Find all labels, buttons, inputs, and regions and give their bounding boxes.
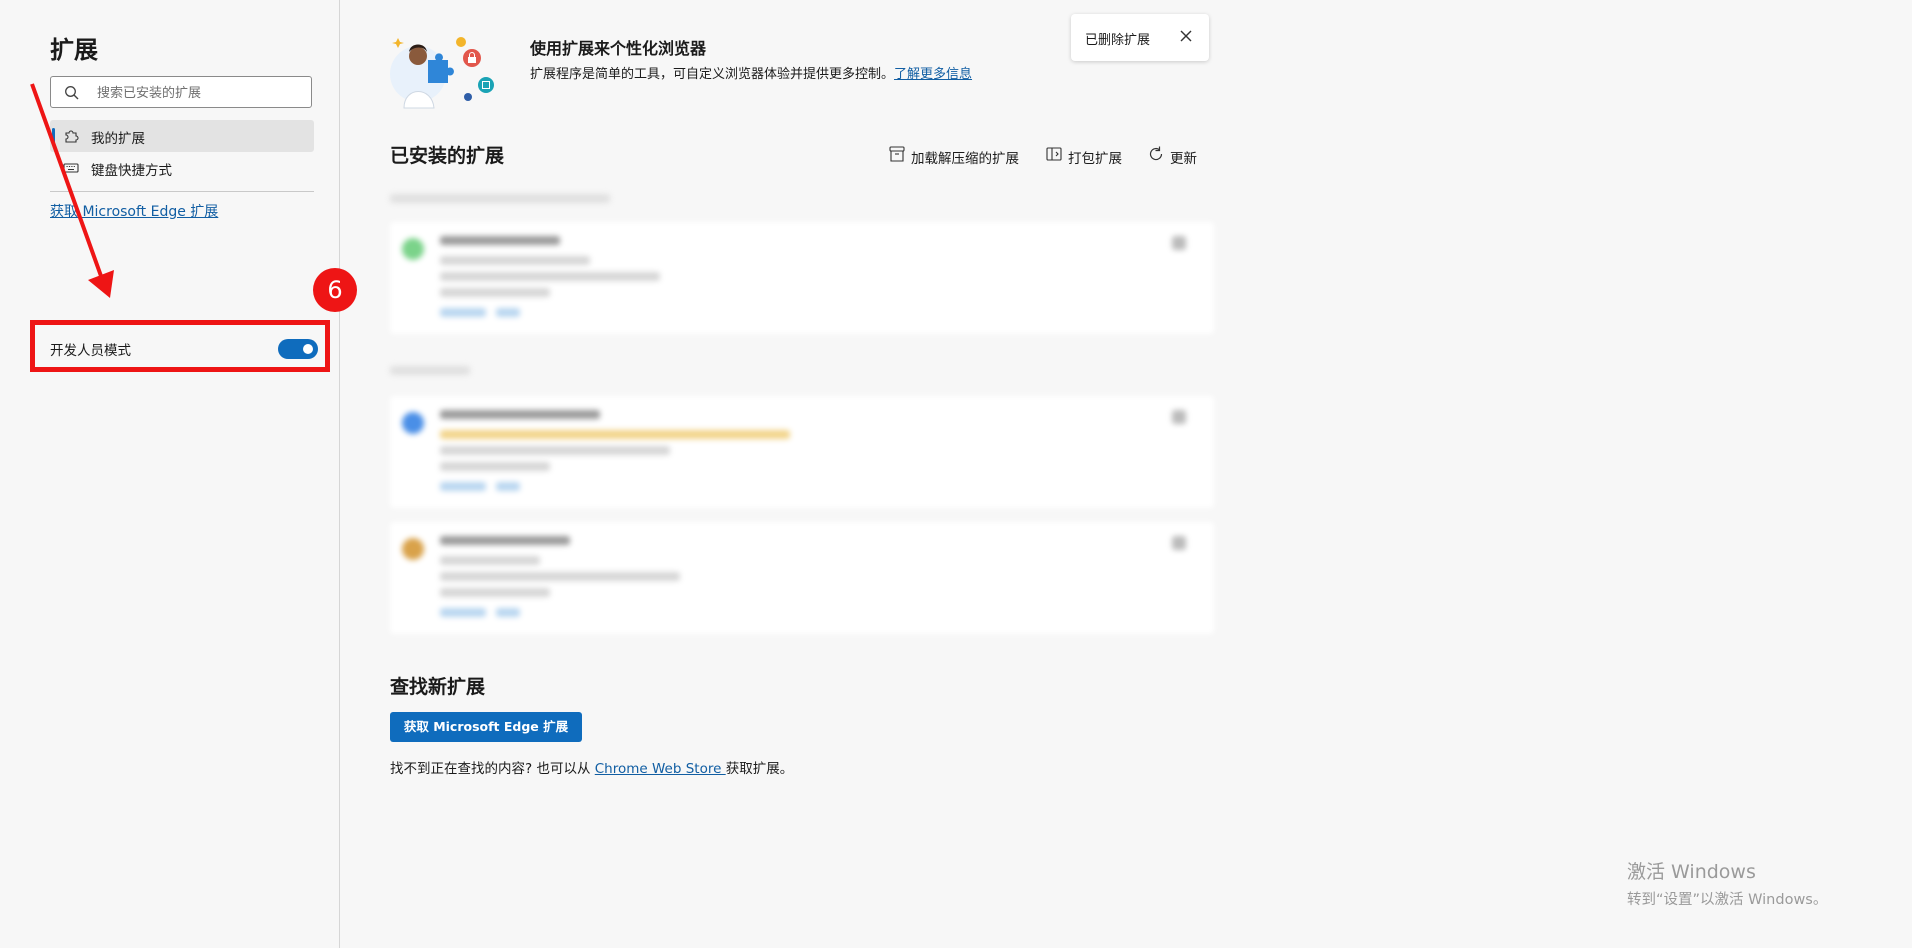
search-input[interactable] <box>95 81 304 105</box>
hero-description: 扩展程序是简单的工具，可自定义浏览器体验并提供更多控制。了解更多信息 <box>530 63 972 82</box>
installed-title: 已安装的扩展 <box>390 145 505 167</box>
sidebar: 扩展 我的扩展 键盘快捷方式 获取 Microsoft Edge 扩展 开发人员… <box>0 0 340 948</box>
sidebar-title: 扩展 <box>50 36 98 64</box>
developer-mode-highlight: 开发人员模式 <box>30 320 330 372</box>
search-icon <box>65 86 79 100</box>
get-edge-extensions-button[interactable]: 获取 Microsoft Edge 扩展 <box>390 712 582 742</box>
find-extensions-title: 查找新扩展 <box>390 676 486 698</box>
refresh-icon <box>1149 146 1163 161</box>
package-icon <box>1046 147 1062 161</box>
puzzle-icon <box>65 130 79 143</box>
extension-card[interactable] <box>390 522 1214 634</box>
hero-illustration-icon <box>390 37 494 109</box>
find-text-before: 找不到正在查找的内容? 也可以从 <box>390 761 595 777</box>
developer-mode-label: 开发人员模式 <box>50 343 131 359</box>
extension-card[interactable] <box>390 222 1214 334</box>
extension-card[interactable] <box>390 396 1214 508</box>
search-box[interactable] <box>50 76 312 108</box>
archive-icon <box>889 146 905 162</box>
toast-message: 已删除扩展 <box>1085 33 1151 48</box>
main-content: 使用扩展来个性化浏览器 扩展程序是简单的工具，可自定义浏览器体验并提供更多控制。… <box>340 0 1912 948</box>
hero-description-text: 扩展程序是简单的工具，可自定义浏览器体验并提供更多控制。 <box>530 67 895 82</box>
blurred-extension-area <box>390 186 1214 636</box>
sidebar-item-label: 键盘快捷方式 <box>91 163 172 179</box>
installed-extensions-list <box>390 186 1214 636</box>
windows-activation-watermark: 激活 Windows 转到“设置”以激活 Windows。 <box>1627 857 1827 909</box>
developer-mode-toggle[interactable] <box>278 339 318 359</box>
removed-toast: 已删除扩展 <box>1071 14 1209 61</box>
watermark-line1: 激活 Windows <box>1627 861 1756 883</box>
close-icon[interactable] <box>1178 28 1194 44</box>
hero-title: 使用扩展来个性化浏览器 <box>530 39 707 58</box>
sidebar-item-label: 我的扩展 <box>91 131 145 147</box>
pack-extension-label: 打包扩展 <box>1068 151 1122 167</box>
find-extensions-text: 找不到正在查找的内容? 也可以从 Chrome Web Store 获取扩展。 <box>390 757 793 777</box>
sidebar-divider <box>50 191 314 192</box>
load-unpacked-label: 加载解压缩的扩展 <box>911 151 1019 167</box>
keyboard-icon <box>63 163 79 173</box>
sidebar-item-my-extensions[interactable]: 我的扩展 <box>50 120 314 152</box>
learn-more-link[interactable]: 了解更多信息 <box>894 67 972 82</box>
watermark-line2: 转到“设置”以激活 Windows。 <box>1627 892 1828 908</box>
sidebar-item-keyboard-shortcuts[interactable]: 键盘快捷方式 <box>50 152 314 184</box>
update-label: 更新 <box>1170 151 1197 167</box>
chrome-web-store-link[interactable]: Chrome Web Store <box>595 761 726 777</box>
get-edge-extensions-link[interactable]: 获取 Microsoft Edge 扩展 <box>50 201 218 221</box>
find-text-after: 获取扩展。 <box>725 761 794 777</box>
